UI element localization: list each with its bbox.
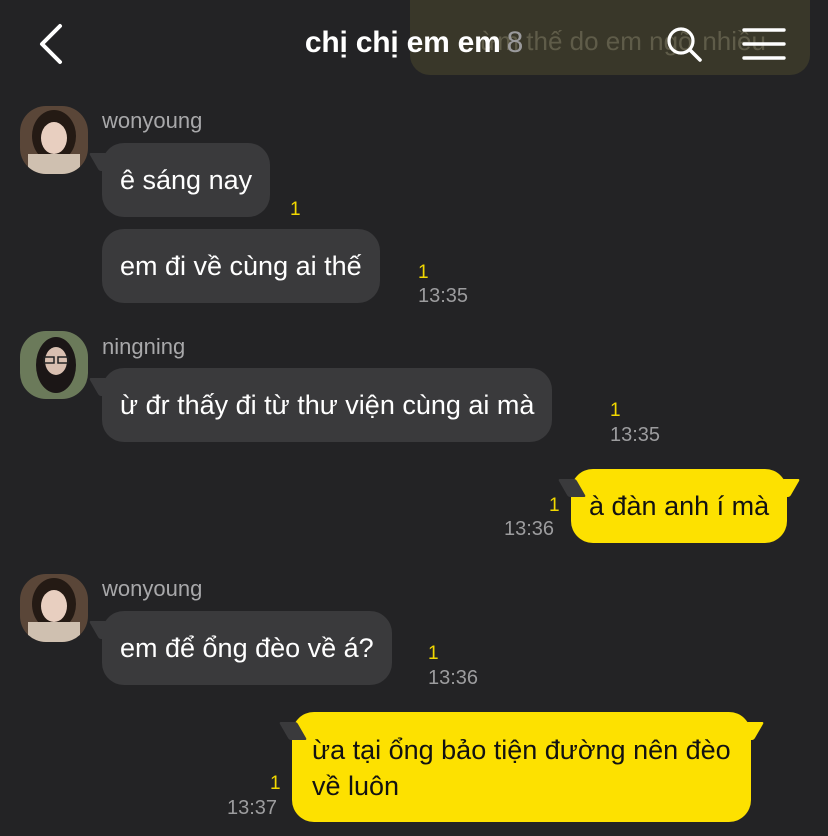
unread-count: 1: [418, 262, 429, 283]
avatar-ningning[interactable]: [20, 331, 88, 399]
sender-name: ningning: [102, 334, 186, 359]
message-bubble[interactable]: ê sáng nay: [102, 143, 271, 217]
my-message-bubble[interactable]: ừa tại ổng bảo tiện đường nên đèo về luô…: [292, 712, 751, 822]
unread-count: 1: [290, 199, 301, 220]
message-time: 13:37: [227, 797, 278, 819]
avatar-wonyoung[interactable]: [20, 106, 88, 174]
chat-header: chị chị em em 8: [0, 0, 828, 90]
message-time: 13:35: [610, 424, 661, 446]
sender-name: wonyoung: [102, 576, 203, 601]
search-icon[interactable]: [664, 24, 704, 64]
avatar-wonyoung[interactable]: [20, 574, 88, 642]
unread-count: 1: [549, 495, 560, 516]
sender-name: wonyoung: [102, 108, 203, 133]
member-count: 8: [506, 26, 524, 59]
my-message-bubble[interactable]: à đàn anh í mà: [571, 469, 788, 543]
message-bubble[interactable]: em để ổng đèo về á?: [102, 611, 392, 685]
message-bubble[interactable]: em đi về cùng ai thế: [102, 229, 380, 303]
message-bubble[interactable]: ừ đr thấy đi từ thư viện cùng ai mà: [102, 368, 553, 442]
unread-count: 1: [428, 643, 439, 664]
message-time: 13:36: [428, 667, 479, 689]
message-line: về luôn: [312, 771, 400, 801]
message-line: ừa tại ổng bảo tiện đường nên đèo: [312, 735, 731, 765]
unread-count: 1: [610, 400, 621, 421]
chat-name: chị chị em em: [304, 26, 501, 59]
unread-count: 1: [270, 773, 281, 794]
message-time: 13:35: [418, 285, 469, 307]
message-time: 13:36: [504, 518, 555, 540]
menu-icon[interactable]: [742, 26, 786, 62]
